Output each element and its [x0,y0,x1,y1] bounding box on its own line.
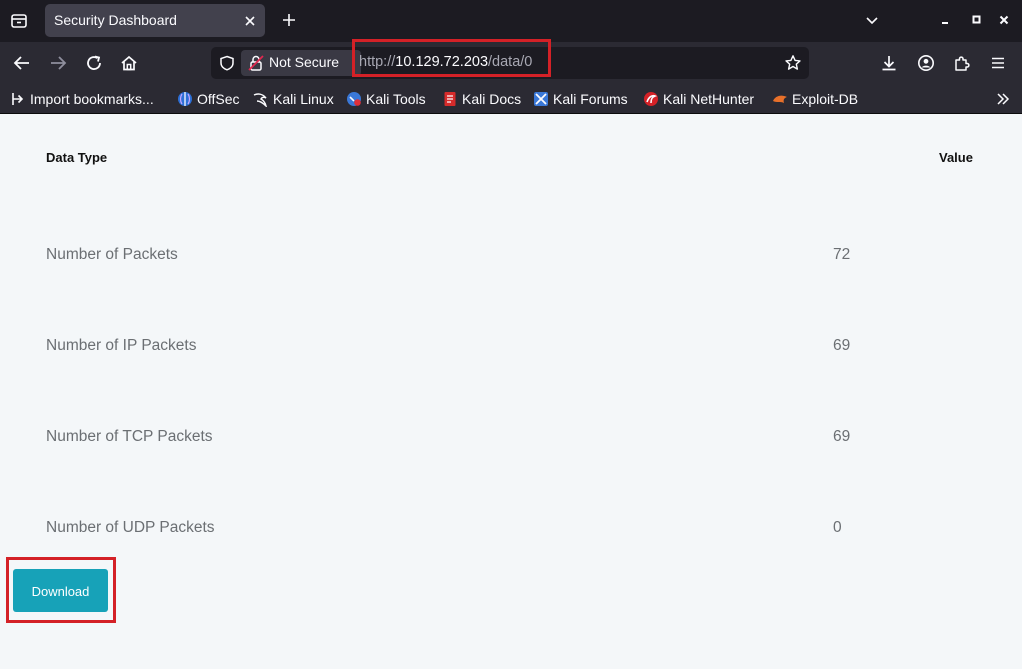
download-highlight-box [6,557,116,623]
bookmark-label: Kali NetHunter [663,91,755,107]
list-all-tabs-icon[interactable] [6,8,32,34]
kali-docs-icon [442,91,458,107]
bookmark-label: Kali Docs [462,91,522,107]
row-value-udp-packets: 0 [833,519,842,536]
window-close-icon[interactable] [994,10,1014,30]
reload-icon[interactable] [82,51,106,75]
kali-tools-icon [346,91,362,107]
bookmarks-overflow-chevron-icon[interactable] [994,90,1012,108]
row-label-tcp-packets: Number of TCP Packets [46,428,213,445]
bookmark-kali-linux[interactable]: Kali Linux [253,90,334,108]
new-tab-plus-icon[interactable] [278,9,300,31]
kali-dragon-icon [253,91,269,107]
back-arrow-icon[interactable] [10,51,34,75]
minimize-icon[interactable] [936,10,956,30]
offsec-icon [177,91,193,107]
app-menu-hamburger-icon[interactable] [986,51,1010,75]
bookmark-offsec[interactable]: OffSec [177,90,240,108]
kali-forums-icon [533,91,549,107]
bookmark-exploit-db[interactable]: Exploit-DB [772,90,858,108]
downloads-icon[interactable] [877,51,901,75]
header-data-type: Data Type [46,150,108,165]
bookmark-label: Exploit-DB [792,91,859,107]
bookmark-label: Import bookmarks... [30,91,154,107]
close-icon[interactable] [241,12,259,30]
insecure-lock-icon [248,55,264,71]
not-secure-label: Not Secure [269,54,340,70]
tab-title: Security Dashboard [54,12,177,28]
bookmark-star-icon[interactable] [783,53,803,73]
tab-security-dashboard[interactable]: Security Dashboard [45,4,265,37]
forward-arrow-icon[interactable] [46,51,70,75]
exploitdb-icon [772,91,788,107]
nethunter-icon [643,91,659,107]
row-value-packets: 72 [833,246,851,263]
bookmark-label: Kali Tools [366,91,426,107]
tracking-protection-shield-icon[interactable] [217,53,237,73]
bookmark-label: Kali Linux [273,91,334,107]
import-icon [10,91,26,107]
row-value-ip-packets: 69 [833,337,851,354]
bookmark-kali-forums[interactable]: Kali Forums [533,90,628,108]
bookmark-kali-docs[interactable]: Kali Docs [442,90,521,108]
page-content: Data Type Value Number of Packets 72 Num… [0,114,1022,669]
row-label-packets: Number of Packets [46,246,178,263]
home-icon[interactable] [117,51,141,75]
maximize-icon[interactable] [967,10,987,30]
header-value: Value [939,150,973,165]
bookmark-import[interactable]: Import bookmarks... [10,90,154,108]
row-value-tcp-packets: 69 [833,428,851,445]
bookmarks-toolbar: Import bookmarks... OffSec Kali Linux Ka… [0,84,1022,114]
bookmark-kali-nethunter[interactable]: Kali NetHunter [643,90,754,108]
bookmark-label: OffSec [197,91,240,107]
row-label-ip-packets: Number of IP Packets [46,337,197,354]
row-label-udp-packets: Number of UDP Packets [46,519,215,536]
tab-strip: Security Dashboard [0,0,1022,42]
extensions-icon[interactable] [950,51,974,75]
url-highlight-box [352,39,551,77]
account-icon[interactable] [914,51,938,75]
not-secure-indicator[interactable]: Not Secure [241,50,361,76]
bookmark-kali-tools[interactable]: Kali Tools [346,90,426,108]
bookmark-label: Kali Forums [553,91,628,107]
chevron-down-icon[interactable] [862,10,882,30]
